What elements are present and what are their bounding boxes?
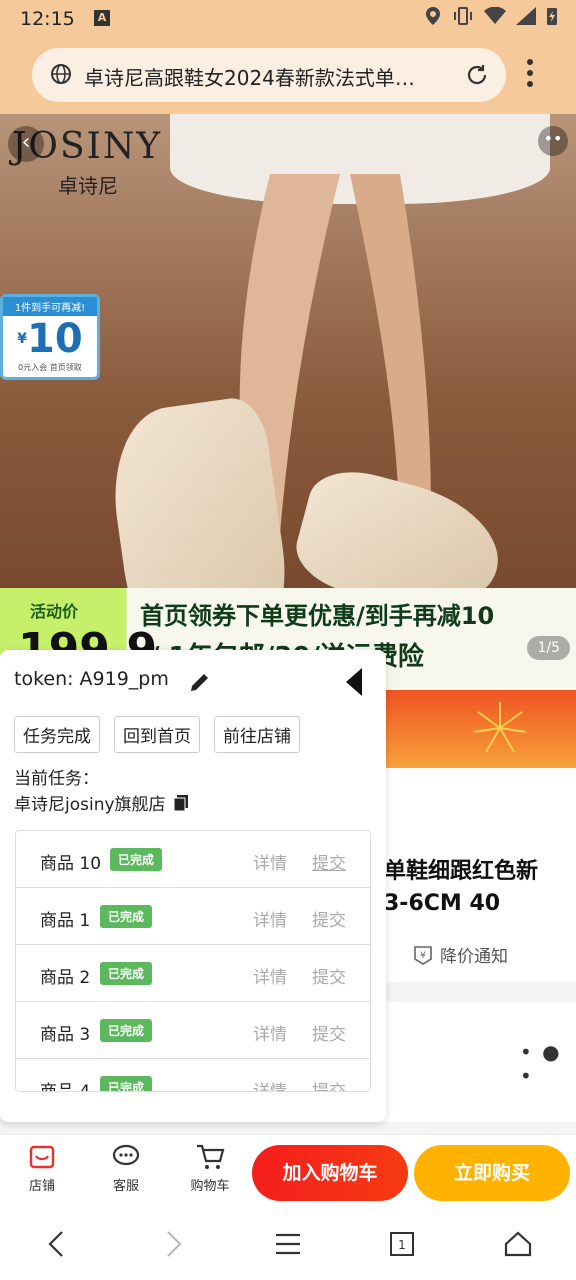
coupon-top: 1件到手可再减! (3, 297, 97, 316)
list-item: 商品 4 已完成 详情 提交 (16, 1059, 370, 1092)
task-store-name: 卓诗尼josiny旗舰店 (14, 795, 166, 815)
submit-link[interactable]: 提交 (312, 1020, 346, 1045)
battery-icon (547, 8, 557, 25)
brand-logo-cn: 卓诗尼 (58, 174, 118, 198)
promo-line1: 首页领券下单更优惠/到手再减10 (140, 602, 495, 630)
svg-text:¥: ¥ (420, 951, 426, 961)
nav-menu-icon[interactable] (274, 1230, 302, 1258)
task-complete-button[interactable]: 任务完成 (14, 716, 100, 753)
system-nav-bar: 1 (0, 1210, 576, 1280)
wifi-icon (484, 7, 506, 24)
list-item: 商品 1 已完成 详情 提交 (16, 888, 370, 945)
edit-pencil-icon[interactable] (188, 670, 212, 694)
service-tab-label: 客服 (112, 1179, 139, 1194)
item-name: 商品 3 (40, 1025, 91, 1045)
item-name: 商品 1 (40, 911, 91, 931)
product-title-line1: 单鞋细跟红色新 (384, 859, 539, 884)
notification-a-icon: A (94, 10, 110, 26)
copy-icon[interactable] (172, 794, 190, 812)
status-time: 12:15 (20, 8, 75, 30)
coupon-bottom: 0元入会 首页领取 (18, 363, 82, 372)
product-title-line2: 3-6CM 40 (384, 891, 501, 916)
reload-icon[interactable] (464, 62, 490, 88)
detail-link[interactable]: 详情 (253, 1020, 287, 1045)
vibrate-icon (454, 7, 472, 25)
item-name: 商品 10 (40, 854, 102, 874)
current-task-label: 当前任务： (14, 769, 99, 789)
status-badge: 已完成 (110, 848, 163, 871)
detail-link[interactable]: 详情 (253, 906, 287, 931)
list-item: 商品 10 已完成 详情 提交 (16, 831, 370, 888)
back-home-button[interactable]: 回到首页 (114, 716, 200, 753)
product-image-carousel[interactable]: JOSINY 卓诗尼 ‹ •• 1件到手可再减! ¥10 0元入会 首页领取 活… (0, 114, 576, 690)
detail-link[interactable]: 详情 (253, 963, 287, 988)
status-badge: 已完成 (100, 962, 153, 985)
token-value: A919_pm (79, 668, 169, 690)
list-item: 商品 2 已完成 详情 提交 (16, 945, 370, 1002)
bottom-action-bar: 店铺 客服 购物车 加入购物车 立即购买 (0, 1134, 576, 1210)
promo-label: 活动价 (30, 602, 79, 621)
submit-link[interactable]: 提交 (312, 1077, 346, 1091)
firework-icon (473, 702, 527, 753)
go-store-button[interactable]: 前往店铺 (214, 716, 300, 753)
store-tab[interactable]: 店铺 (12, 1143, 72, 1194)
status-badge: 已完成 (100, 1019, 153, 1042)
detail-link[interactable]: 详情 (253, 849, 287, 874)
browser-menu-icon[interactable] (526, 58, 534, 88)
secondary-card: • ● • (372, 1002, 576, 1122)
nav-back-icon[interactable] (44, 1230, 68, 1258)
cart-tab-label: 购物车 (190, 1179, 230, 1194)
price-alert-label: 降价通知 (440, 947, 508, 967)
globe-icon (51, 64, 71, 84)
coupon-badge: 1件到手可再减! ¥10 0元入会 首页领取 (0, 294, 100, 380)
product-title: 单鞋细跟红色新 3-6CM 40 (384, 856, 538, 920)
back-icon[interactable]: ‹ (8, 126, 44, 162)
status-icons (424, 6, 558, 26)
secondary-pager-dots: • ● • (520, 1040, 562, 1088)
browser-toolbar: 卓诗尼高跟鞋女2024春新款法式单… (0, 36, 576, 114)
item-name: 商品 2 (40, 968, 91, 988)
coupon-value: ¥10 (3, 316, 97, 362)
cart-tab[interactable]: 购物车 (180, 1143, 240, 1194)
nav-tabs-icon[interactable]: 1 (388, 1230, 416, 1258)
item-name: 商品 4 (40, 1082, 91, 1092)
event-banner (380, 690, 576, 768)
current-task-store: 卓诗尼josiny旗舰店 (14, 790, 190, 815)
coupon-value-number: 10 (27, 316, 83, 362)
svg-text:1: 1 (398, 1238, 406, 1252)
price-tag-icon: ¥ (414, 945, 432, 965)
address-bar[interactable]: 卓诗尼高跟鞋女2024春新款法式单… (32, 48, 506, 102)
store-icon (29, 1145, 55, 1169)
token-row: token: A919_pm (14, 668, 169, 690)
nav-forward-icon[interactable] (162, 1230, 186, 1258)
coupon-currency: ¥ (17, 331, 28, 347)
buy-now-button[interactable]: 立即购买 (414, 1145, 570, 1201)
service-icon (112, 1144, 140, 1166)
collapse-panel-icon[interactable] (346, 668, 362, 696)
nav-home-icon[interactable] (504, 1230, 532, 1258)
status-badge: 已完成 (100, 1076, 153, 1091)
status-badge: 已完成 (100, 905, 153, 928)
store-tab-label: 店铺 (28, 1179, 55, 1194)
task-panel: token: A919_pm 任务完成 回到首页 前往店铺 当前任务： 卓诗尼jo… (0, 650, 386, 1122)
price-alert-button[interactable]: ¥ 降价通知 (412, 942, 508, 967)
submit-link[interactable]: 提交 (312, 963, 346, 988)
token-label: token: (14, 668, 74, 690)
location-icon (426, 7, 440, 25)
task-item-list[interactable]: 商品 10 已完成 详情 提交 商品 1 已完成 详情 提交 商品 2 已完成 … (15, 830, 371, 1092)
signal-icon (516, 7, 536, 25)
product-info-card: 单鞋细跟红色新 3-6CM 40 ¥ 降价通知 (372, 768, 576, 982)
panel-button-row: 任务完成 回到首页 前往店铺 (14, 716, 300, 753)
detail-link[interactable]: 详情 (253, 1077, 287, 1091)
list-item: 商品 3 已完成 详情 提交 (16, 1002, 370, 1059)
service-tab[interactable]: 客服 (96, 1143, 156, 1194)
submit-link[interactable]: 提交 (312, 849, 346, 874)
carousel-pager: 1/5 (527, 636, 570, 660)
more-icon[interactable]: •• (538, 126, 568, 156)
url-text[interactable]: 卓诗尼高跟鞋女2024春新款法式单… (84, 62, 454, 91)
status-bar: 12:15 A (0, 0, 576, 36)
cart-icon (197, 1144, 225, 1169)
submit-link[interactable]: 提交 (312, 906, 346, 931)
add-to-cart-button[interactable]: 加入购物车 (252, 1145, 408, 1201)
